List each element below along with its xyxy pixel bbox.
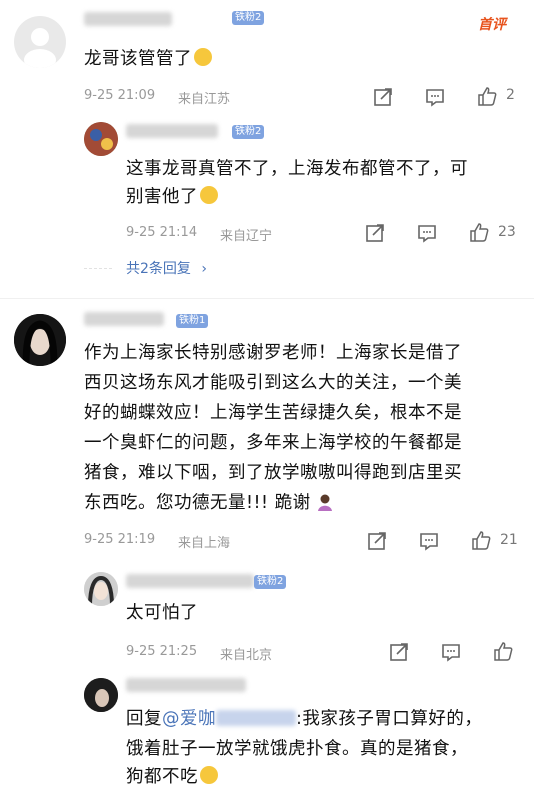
like-icon xyxy=(470,223,489,242)
share-button[interactable] xyxy=(388,641,410,663)
chevron-right-icon: › xyxy=(201,261,207,277)
comment-text-line: 东西吃。您功德无量!!! 跪谢 xyxy=(84,488,333,518)
username-blurred[interactable] xyxy=(84,312,164,326)
comment-button[interactable] xyxy=(418,530,440,552)
fan-badge: 铁粉2 xyxy=(232,125,265,139)
share-icon xyxy=(390,643,408,661)
like-button[interactable] xyxy=(476,85,498,107)
like-count: 2 xyxy=(506,87,515,103)
fan-badge: 铁粉2 xyxy=(254,575,287,589)
comment-button[interactable] xyxy=(416,222,438,244)
reply-time: 9-25 21:14 xyxy=(126,225,198,240)
crying-laughing-emoji-icon xyxy=(200,186,218,204)
mention-link[interactable]: @爱咖 xyxy=(162,709,216,729)
like-count: 23 xyxy=(498,224,516,240)
reply-text-content: 狗都不吃 xyxy=(126,767,198,787)
like-icon xyxy=(494,642,513,661)
comment-text-line: 西贝这场东风才能吸引到这么大的关注，一个美 xyxy=(84,373,462,393)
username-blurred[interactable] xyxy=(126,574,254,588)
laughing-emoji-icon xyxy=(194,48,212,66)
comment-icon xyxy=(420,533,438,551)
reply-text: 太可怕了 xyxy=(126,603,198,623)
comment-time: 9-25 21:19 xyxy=(84,532,156,547)
avatar[interactable] xyxy=(84,678,118,712)
avatar[interactable] xyxy=(84,122,118,156)
reply-location: 来自辽宁 xyxy=(220,229,273,244)
reply-text-line2: 饿着肚子一放学就饿虎扑食。真的是猪食， xyxy=(126,739,468,759)
comment-text-line: 一个臭虾仁的问题，多年来上海学校的午餐都是 xyxy=(84,433,462,453)
fan-badge: 铁粉1 xyxy=(176,314,209,328)
more-replies-label: 共2条回复 xyxy=(126,261,191,277)
username-blurred[interactable] xyxy=(84,12,172,26)
comment-text-content: 龙哥该管管了 xyxy=(84,49,192,69)
share-icon xyxy=(374,88,392,106)
comment-button[interactable] xyxy=(424,86,446,108)
comment-text: 龙哥该管管了 xyxy=(84,44,212,74)
avatar[interactable] xyxy=(14,314,66,366)
reply-prefix: 回复 xyxy=(126,709,162,729)
user-placeholder-icon xyxy=(24,28,56,68)
comment-button[interactable] xyxy=(440,641,462,663)
avatar-image xyxy=(84,678,118,712)
divider xyxy=(84,268,112,269)
comment-text-line: 好的蝴蝶效应！上海学生苦绿捷久矣，根本不是 xyxy=(84,403,462,423)
like-icon xyxy=(478,87,497,106)
share-button[interactable] xyxy=(366,530,388,552)
avatar-image xyxy=(14,314,66,366)
divider xyxy=(0,298,534,299)
avatar[interactable] xyxy=(14,16,66,68)
like-button[interactable] xyxy=(492,640,514,662)
reply-location: 来自北京 xyxy=(220,648,273,663)
reply-text-line2: 别害他了 xyxy=(126,182,218,212)
like-count: 21 xyxy=(500,532,518,548)
avatar[interactable] xyxy=(84,572,118,606)
comment-text-line: 作为上海家长特别感谢罗老师！上海家长是借了 xyxy=(84,343,462,363)
comment-text-content: 东西吃。您功德无量!!! 跪谢 xyxy=(84,493,311,513)
comment-icon xyxy=(442,644,460,662)
share-button[interactable] xyxy=(372,86,394,108)
reply-text-content: 别害他了 xyxy=(126,187,198,207)
fan-badge: 铁粉2 xyxy=(232,11,265,25)
username-blurred[interactable] xyxy=(126,124,218,138)
reply-text-line1: 回复@爱咖 :我家孩子胃口算好的， xyxy=(126,704,482,734)
crying-emoji-icon xyxy=(200,766,218,784)
reply-text-line1: 这事龙哥真管不了，上海发布都管不了，可 xyxy=(126,159,468,179)
comment-time: 9-25 21:09 xyxy=(84,88,156,103)
comment-location: 来自上海 xyxy=(178,536,231,551)
comment-text-line: 猪食，难以下咽，到了放学嗷嗷叫得跑到店里买 xyxy=(84,463,462,483)
username-blurred[interactable] xyxy=(126,678,246,692)
like-button[interactable] xyxy=(468,221,490,243)
comment-icon xyxy=(426,89,444,107)
share-button[interactable] xyxy=(364,222,386,244)
share-icon xyxy=(368,532,386,550)
sort-button[interactable]: 首评 xyxy=(478,14,506,34)
reply-text-line3: 狗都不吃 xyxy=(126,762,218,792)
like-icon xyxy=(472,531,491,550)
comment-icon xyxy=(418,225,436,243)
reply-time: 9-25 21:25 xyxy=(126,644,198,659)
bowing-person-emoji-icon xyxy=(317,491,333,511)
reply-text-content: :我家孩子胃口算好的， xyxy=(296,709,483,729)
share-icon xyxy=(366,224,384,242)
like-button[interactable] xyxy=(470,529,492,551)
avatar-image xyxy=(84,572,118,606)
mention-blurred xyxy=(216,710,296,726)
comment-location: 来自江苏 xyxy=(178,92,231,107)
avatar-image xyxy=(84,122,118,156)
more-replies-link[interactable]: 共2条回复 › xyxy=(126,258,207,278)
